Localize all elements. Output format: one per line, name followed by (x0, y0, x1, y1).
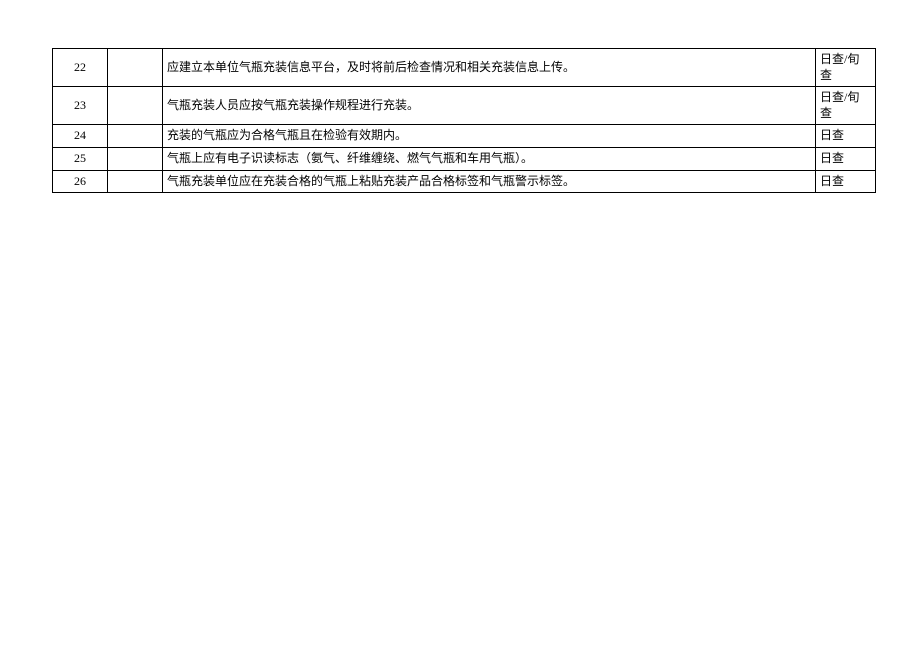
table-row: 26 气瓶充装单位应在充装合格的气瓶上粘贴充装产品合格标签和气瓶警示标签。 日查 (53, 170, 876, 193)
row-description: 气瓶充装人员应按气瓶充装操作规程进行充装。 (163, 87, 816, 125)
row-blank (108, 170, 163, 193)
row-frequency: 日查/旬查 (816, 87, 876, 125)
row-frequency: 日查 (816, 125, 876, 148)
row-description: 气瓶上应有电子识读标志（氨气、纤维缠绕、燃气气瓶和车用气瓶）。 (163, 147, 816, 170)
row-description: 应建立本单位气瓶充装信息平台，及时将前后检查情况和相关充装信息上传。 (163, 49, 816, 87)
row-frequency: 日查 (816, 170, 876, 193)
row-frequency: 日查 (816, 147, 876, 170)
row-blank (108, 147, 163, 170)
row-number: 23 (53, 87, 108, 125)
row-frequency: 日查/旬查 (816, 49, 876, 87)
table-row: 23 气瓶充装人员应按气瓶充装操作规程进行充装。 日查/旬查 (53, 87, 876, 125)
row-blank (108, 87, 163, 125)
row-description: 气瓶充装单位应在充装合格的气瓶上粘贴充装产品合格标签和气瓶警示标签。 (163, 170, 816, 193)
table-row: 25 气瓶上应有电子识读标志（氨气、纤维缠绕、燃气气瓶和车用气瓶）。 日查 (53, 147, 876, 170)
row-description: 充装的气瓶应为合格气瓶且在检验有效期内。 (163, 125, 816, 148)
row-number: 24 (53, 125, 108, 148)
row-number: 26 (53, 170, 108, 193)
row-blank (108, 49, 163, 87)
inspection-table: 22 应建立本单位气瓶充装信息平台，及时将前后检查情况和相关充装信息上传。 日查… (52, 48, 876, 193)
row-number: 22 (53, 49, 108, 87)
table-row: 22 应建立本单位气瓶充装信息平台，及时将前后检查情况和相关充装信息上传。 日查… (53, 49, 876, 87)
row-number: 25 (53, 147, 108, 170)
table-row: 24 充装的气瓶应为合格气瓶且在检验有效期内。 日查 (53, 125, 876, 148)
row-blank (108, 125, 163, 148)
